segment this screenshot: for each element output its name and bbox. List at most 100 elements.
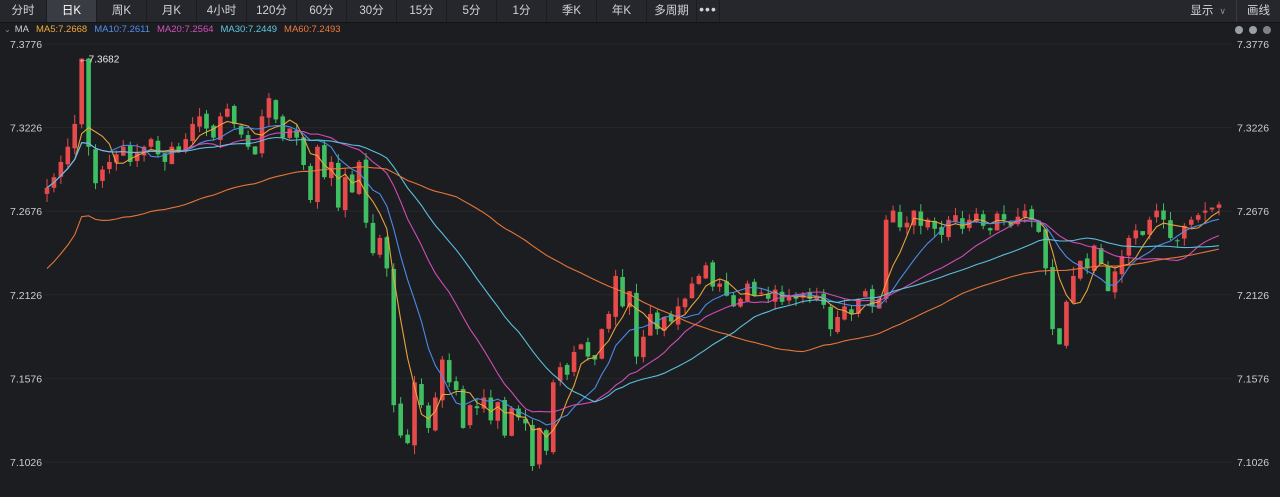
candle-body-5 [79, 58, 84, 125]
candle-body-124 [904, 222, 910, 228]
more-options-icon[interactable]: ••• [697, 0, 720, 22]
candle-body-165 [1188, 219, 1194, 225]
candle-body-48 [377, 237, 383, 255]
y-tick-right-5: 7.1026 [1237, 457, 1269, 469]
candle-body-138 [1001, 214, 1007, 220]
period-tab-1[interactable]: 日K [47, 0, 97, 22]
candle-body-82 [613, 275, 618, 317]
display-button[interactable]: 显示 ∨ [1180, 0, 1236, 22]
candlestick-chart[interactable]: 7.3776 7.3776 7.3226 7.3226 7.2676 7.2676 7.21… [0, 37, 1280, 497]
candle-body-42 [335, 162, 341, 208]
draw-line-button[interactable]: 画线 [1236, 0, 1280, 22]
high-price-label: ←7.3682 [79, 54, 120, 65]
y-tick-left-3: 7.2126 [10, 290, 42, 302]
candle-body-9 [107, 161, 112, 170]
candle-body-65 [495, 402, 501, 421]
period-tab-9[interactable]: 5分 [447, 0, 497, 22]
candle-body-34 [280, 116, 286, 138]
candle-body-136 [987, 228, 993, 231]
indicator-name[interactable]: MA [15, 24, 29, 35]
ma-value-2: MA20:7.2564 [157, 24, 214, 35]
period-tab-6[interactable]: 60分 [297, 0, 347, 22]
y-tick-right-4: 7.1576 [1237, 373, 1269, 385]
y-tick-left-2: 7.2676 [10, 206, 42, 218]
candle-body-54 [419, 384, 424, 406]
candle-body-97 [717, 283, 722, 287]
period-tab-12[interactable]: 年K [597, 0, 647, 22]
y-tick-left-0: 7.3776 [10, 39, 42, 51]
period-tab-8[interactable]: 15分 [397, 0, 447, 22]
period-tab-5[interactable]: 120分 [247, 0, 297, 22]
remove-indicator-icon[interactable] [1249, 26, 1257, 34]
candle-body-0 [44, 187, 50, 194]
candle-body-33 [273, 100, 279, 120]
collapse-chevron-icon[interactable]: ⌄ [4, 25, 11, 34]
candle-body-80 [599, 329, 605, 359]
period-tab-4[interactable]: 4小时 [197, 0, 247, 22]
candle-body-103 [758, 292, 764, 294]
candle-body-160 [1154, 210, 1159, 218]
candle-body-162 [1168, 220, 1173, 238]
candle-body-43 [342, 177, 348, 211]
candle-body-76 [571, 351, 577, 372]
candle-body-92 [682, 298, 688, 308]
candle-body-137 [994, 213, 1000, 231]
candle-body-40 [322, 145, 327, 178]
period-tab-3[interactable]: 月K [147, 0, 197, 22]
y-tick-left-5: 7.1026 [10, 457, 42, 469]
ma-line-5 [46, 119, 1220, 438]
candle-body-27 [231, 105, 237, 124]
candle-body-149 [1078, 260, 1083, 279]
candle-body-56 [433, 397, 438, 431]
ma-line-60 [46, 166, 1220, 353]
candle-body-95 [703, 265, 709, 279]
period-tab-11[interactable]: 季K [547, 0, 597, 22]
candle-body-169 [1216, 204, 1222, 208]
candle-body-26 [225, 108, 230, 117]
candle-body-146 [1057, 328, 1062, 345]
candle-body-94 [696, 275, 702, 284]
candle-body-62 [474, 406, 480, 409]
candle-body-163 [1175, 240, 1180, 242]
period-tab-10[interactable]: 1分 [497, 0, 547, 22]
ma-value-4: MA60:7.2493 [284, 24, 341, 35]
candle-body-101 [745, 283, 750, 302]
candle-body-158 [1140, 231, 1146, 235]
candle-body-167 [1202, 210, 1208, 213]
candle-body-157 [1133, 230, 1139, 239]
period-toolbar: 分时 日K 周K 月K 4小时 120分 60分 30分 15分 5分 1分 季K 年K 多周期 ••• [0, 0, 1280, 23]
candle-body-161 [1161, 210, 1166, 220]
ma-line-20 [46, 130, 1220, 413]
candle-body-15 [148, 139, 154, 147]
candle-body-153 [1105, 265, 1111, 292]
candle-body-7 [93, 149, 98, 184]
candle-body-141 [1022, 210, 1028, 217]
candle-body-8 [100, 169, 105, 181]
candle-body-47 [370, 222, 376, 254]
settings-gear-icon[interactable] [1263, 26, 1271, 34]
candle-body-66 [502, 400, 508, 436]
ma-value-1: MA10:7.2611 [94, 24, 150, 35]
candle-body-75 [564, 364, 570, 375]
add-indicator-icon[interactable] [1235, 26, 1243, 34]
period-tab-2[interactable]: 周K [97, 0, 147, 22]
candle-body-16 [155, 140, 161, 155]
candle-body-131 [953, 215, 958, 222]
candle-body-6 [86, 58, 91, 147]
candle-body-22 [197, 116, 202, 127]
y-tick-right-2: 7.2676 [1237, 206, 1269, 218]
candle-body-159 [1147, 219, 1152, 235]
candle-body-59 [453, 381, 459, 390]
ma-value-0: MA5:7.2668 [35, 24, 88, 35]
candle-body-46 [363, 159, 369, 223]
candle-body-113 [828, 306, 833, 330]
period-tab-0[interactable]: 分时 [0, 0, 47, 22]
period-tab-7[interactable]: 30分 [347, 0, 397, 22]
period-tab-13[interactable]: 多周期 [647, 0, 697, 22]
ma-value-3: MA30:7.2449 [220, 24, 278, 35]
candle-body-114 [835, 316, 840, 332]
candle-body-58 [446, 360, 452, 383]
candle-body-168 [1209, 207, 1215, 210]
candle-body-86 [641, 336, 646, 358]
candle-body-35 [287, 128, 293, 138]
